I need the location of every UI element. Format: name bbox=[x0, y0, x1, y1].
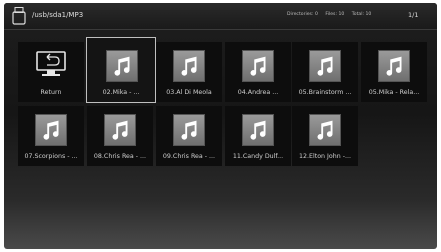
tile-label: Return bbox=[40, 89, 62, 96]
tile-label: 11.Candy Dulf... bbox=[232, 153, 284, 160]
top-bar: /usb/sda1/MP3 Directories: 0 Files: 10 T… bbox=[4, 3, 437, 30]
directories-count: Directories: 0 bbox=[287, 12, 318, 17]
page-indicator: 1/1 bbox=[408, 11, 419, 19]
music-note-icon bbox=[35, 114, 67, 146]
tile-label: 02.Mika - ... bbox=[102, 89, 140, 96]
music-note-icon bbox=[309, 114, 341, 146]
tile-label: 04.Andrea ... bbox=[237, 89, 279, 96]
tile-label: 09.Chris Rea - ... bbox=[162, 153, 216, 160]
usb-drive-icon bbox=[12, 7, 26, 25]
file-tile[interactable]: 03.Al Di Meola bbox=[156, 42, 222, 102]
file-tile[interactable]: 07.Scorpions - ... bbox=[18, 106, 84, 166]
return-tile[interactable]: Return bbox=[18, 42, 84, 102]
media-browser-screen: /usb/sda1/MP3 Directories: 0 Files: 10 T… bbox=[4, 3, 437, 249]
file-tile[interactable]: 11.Candy Dulf... bbox=[225, 106, 291, 166]
return-icon bbox=[36, 51, 66, 76]
folder-stats: Directories: 0 Files: 10 Total: 10 bbox=[287, 12, 377, 17]
file-tile[interactable]: 09.Chris Rea - ... bbox=[156, 106, 222, 166]
music-note-icon bbox=[173, 114, 205, 146]
total-count: Total: 10 bbox=[351, 12, 372, 17]
music-note-icon bbox=[242, 114, 274, 146]
current-path: /usb/sda1/MP3 bbox=[32, 11, 84, 19]
music-note-icon bbox=[104, 114, 136, 146]
file-tile[interactable]: 04.Andrea ... bbox=[225, 42, 291, 102]
music-note-icon bbox=[106, 50, 138, 82]
file-tile[interactable]: 02.Mika - ... bbox=[86, 37, 156, 103]
files-count: Files: 10 bbox=[325, 12, 345, 17]
file-tile[interactable]: 12.Elton John -... bbox=[292, 106, 358, 166]
music-note-icon bbox=[242, 50, 274, 82]
tile-label: 05.Brainstorm ... bbox=[298, 89, 352, 96]
music-note-icon bbox=[309, 50, 341, 82]
tile-label: 07.Scorpions - ... bbox=[24, 153, 78, 160]
file-tile[interactable]: 08.Chris Rea - ... bbox=[87, 106, 153, 166]
tile-label: 12.Elton John -... bbox=[298, 153, 352, 160]
file-tile[interactable]: 05.Brainstorm ... bbox=[292, 42, 358, 102]
music-note-icon bbox=[378, 50, 410, 82]
tile-label: 03.Al Di Meola bbox=[166, 89, 212, 96]
file-tile[interactable]: 05.Mika - Rela... bbox=[361, 42, 427, 102]
music-note-icon bbox=[173, 50, 205, 82]
tile-label: 08.Chris Rea - ... bbox=[93, 153, 147, 160]
tile-label: 05.Mika - Rela... bbox=[368, 89, 420, 96]
